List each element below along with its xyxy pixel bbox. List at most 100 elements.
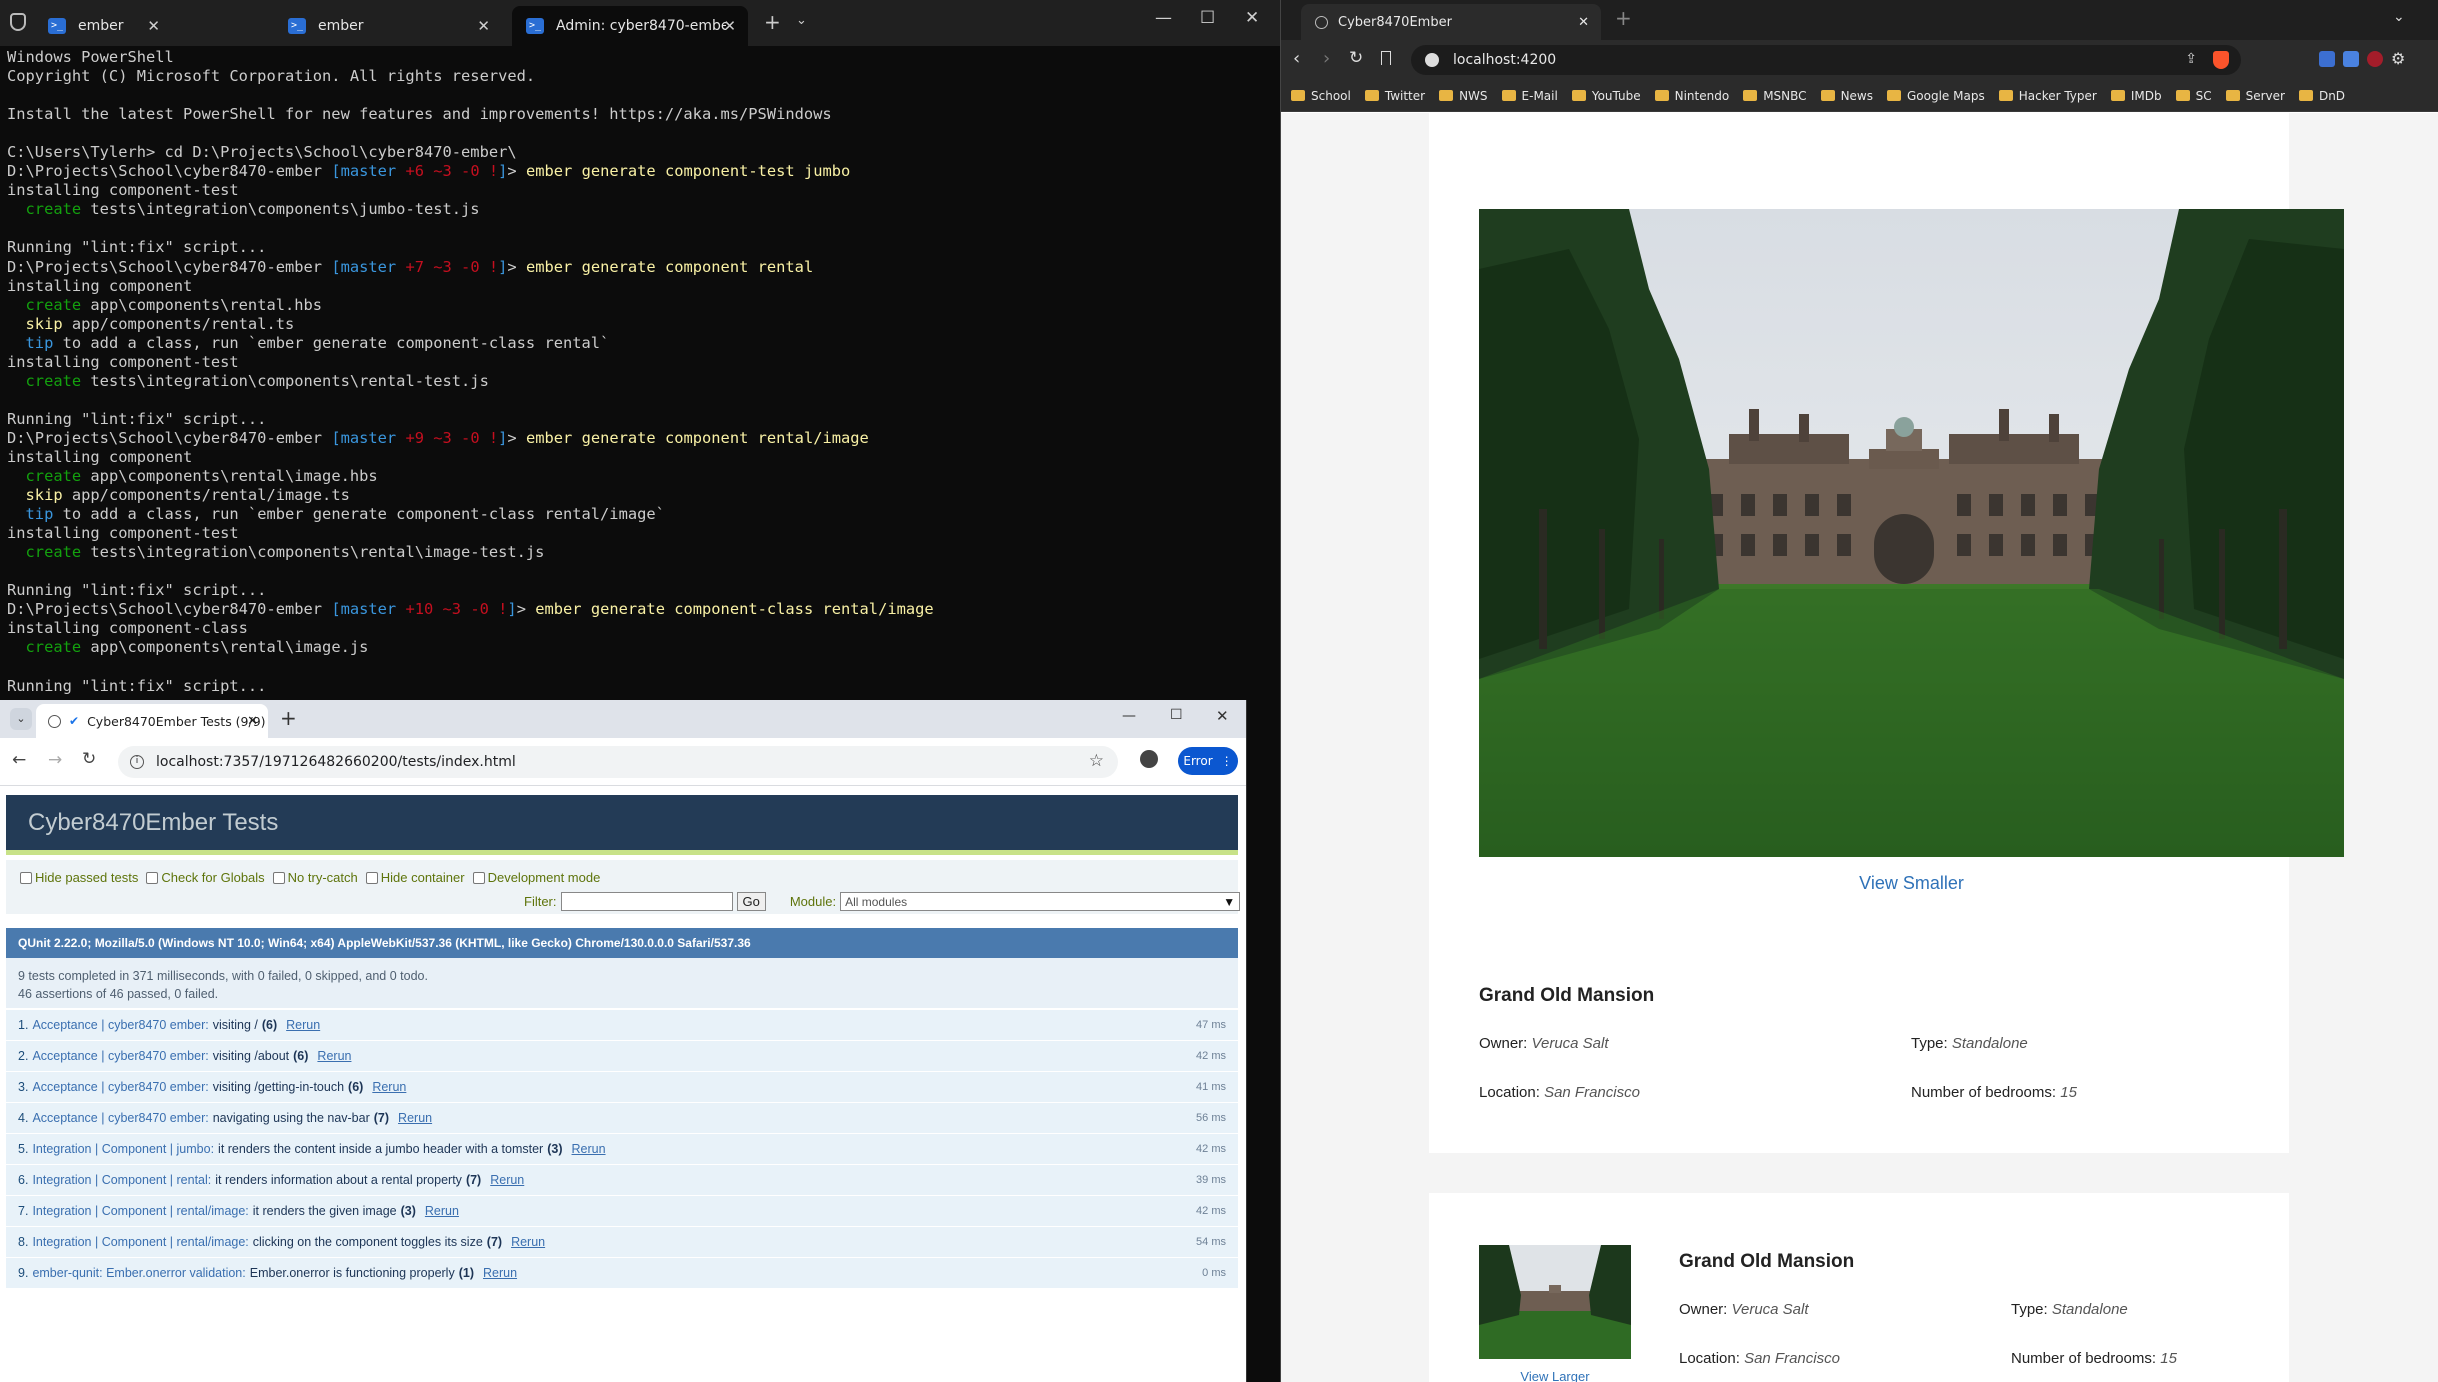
option-check-globals[interactable]: Check for Globals <box>146 870 265 885</box>
bookmark-sc[interactable]: SC <box>2175 89 2212 103</box>
bookmark-dnd[interactable]: DnD <box>2298 89 2345 103</box>
qunit-header[interactable]: Cyber8470Ember Tests <box>6 795 1238 855</box>
view-larger-link[interactable]: View Larger <box>1479 1369 1631 1382</box>
checkbox[interactable] <box>20 871 32 884</box>
terminal-tab-1[interactable]: >_ ember ✕ <box>34 6 172 46</box>
rerun-link[interactable]: Rerun <box>483 1266 517 1280</box>
chevron-down-icon[interactable]: ⌄ <box>10 708 32 730</box>
go-button[interactable]: Go <box>736 892 766 911</box>
share-icon[interactable]: ⇪ <box>2185 51 2197 67</box>
new-tab-icon[interactable]: + <box>1615 6 1632 30</box>
terminal-text: +10 ~3 -0 <box>405 600 499 619</box>
error-button[interactable]: Error ⋮ <box>1178 747 1238 775</box>
bookmark-icon[interactable] <box>1381 51 1391 65</box>
terminal-output[interactable]: Windows PowerShell Copyright (C) Microsof… <box>0 48 1282 700</box>
close-window-icon[interactable]: ✕ <box>1216 707 1229 725</box>
ublock-icon[interactable] <box>2367 51 2383 67</box>
terminal-line: Running "lint:fix" script... <box>7 238 1282 257</box>
rerun-link[interactable]: Rerun <box>490 1173 524 1187</box>
bookmark-youtube[interactable]: YouTube <box>1571 89 1641 103</box>
browser-tab[interactable]: Cyber8470Ember ✕ <box>1301 4 1601 40</box>
bookmark-google-maps[interactable]: Google Maps <box>1887 89 1985 103</box>
test-row[interactable]: 3. Acceptance | cyber8470 ember: visiting … <box>6 1072 1238 1103</box>
bookmark-imdb[interactable]: IMDb <box>2110 89 2162 103</box>
test-row[interactable]: 4. Acceptance | cyber8470 ember: navigatin… <box>6 1103 1238 1134</box>
rerun-link[interactable]: Rerun <box>372 1080 406 1094</box>
option-hide-container[interactable]: Hide container <box>365 870 465 885</box>
test-row[interactable]: 6. Integration | Component | rental: it re… <box>6 1165 1238 1196</box>
reload-icon[interactable]: ↻ <box>1349 48 1363 68</box>
minimize-icon[interactable]: — <box>1155 8 1172 28</box>
bookmark-nws[interactable]: NWS <box>1439 89 1488 103</box>
maximize-icon[interactable]: ☐ <box>1200 8 1215 28</box>
option-development-mode[interactable]: Development mode <box>472 870 600 885</box>
bookmark-hacker-typer[interactable]: Hacker Typer <box>1998 89 2097 103</box>
extension-icon[interactable] <box>2343 51 2359 67</box>
bookmark-label: School <box>1311 88 1351 103</box>
close-window-icon[interactable]: ✕ <box>1245 8 1259 28</box>
test-row[interactable]: 9. ember-qunit: Ember.onerror validation:… <box>6 1258 1238 1289</box>
filter-input[interactable] <box>560 892 733 911</box>
checkbox[interactable] <box>272 871 285 884</box>
module-select[interactable]: All modules ▼ <box>840 892 1241 911</box>
url-field[interactable]: i localhost:7357/197126482660200/tests/i… <box>118 746 1118 778</box>
terminal-tab-3[interactable]: >_ Admin: cyber8470-ember (ma ✕ <box>512 6 748 46</box>
rerun-link[interactable]: Rerun <box>317 1049 351 1063</box>
checkbox[interactable] <box>472 871 485 884</box>
forward-icon[interactable]: → <box>48 750 62 770</box>
checkbox[interactable] <box>146 871 159 884</box>
url-field[interactable]: localhost:4200 ⇪ <box>1411 45 2241 75</box>
close-icon[interactable]: ✕ <box>723 17 736 35</box>
option-hide-passed[interactable]: Hide passed tests <box>20 870 138 885</box>
test-duration: 54 ms <box>1196 1236 1226 1248</box>
bookmark-nintendo[interactable]: Nintendo <box>1654 89 1729 103</box>
test-row[interactable]: 2. Acceptance | cyber8470 ember: visiting … <box>6 1041 1238 1072</box>
chevron-down-icon[interactable]: ⌄ <box>796 13 807 28</box>
close-icon[interactable]: ✕ <box>1578 15 1589 30</box>
back-icon[interactable]: ‹ <box>1293 48 1300 69</box>
chevron-down-icon[interactable]: ⌄ <box>2393 9 2405 25</box>
terminal-text: installing component-test <box>7 352 239 371</box>
option-no-try-catch[interactable]: No try-catch <box>272 870 358 885</box>
profile-icon[interactable] <box>1140 750 1158 768</box>
test-row[interactable]: 1. Acceptance | cyber8470 ember: visiting … <box>6 1010 1238 1041</box>
rerun-link[interactable]: Rerun <box>425 1204 459 1218</box>
terminal-tab-2[interactable]: >_ ember ✕ <box>274 6 502 46</box>
bookmark-news[interactable]: News <box>1820 89 1873 103</box>
reload-icon[interactable]: ↻ <box>82 749 96 769</box>
extension-icon[interactable] <box>2319 51 2335 67</box>
star-icon[interactable]: ☆ <box>1089 751 1104 771</box>
view-smaller-link[interactable]: View Smaller <box>1479 873 2344 894</box>
bookmark-school[interactable]: School <box>1291 89 1351 103</box>
close-icon[interactable]: ✕ <box>247 714 258 729</box>
tests-tab[interactable]: ✔ Cyber8470Ember Tests (9/9) ✕ <box>36 704 268 738</box>
close-icon[interactable]: ✕ <box>147 17 160 35</box>
forward-icon[interactable]: › <box>1323 48 1330 69</box>
bookmark-msnbc[interactable]: MSNBC <box>1743 89 1807 103</box>
test-row[interactable]: 8. Integration | Component | rental/image… <box>6 1227 1238 1258</box>
extensions-puzzle-icon[interactable]: ⚙ <box>2391 49 2405 68</box>
checkbox[interactable] <box>365 871 378 884</box>
new-tab-icon[interactable]: + <box>764 10 781 34</box>
bookmark-twitter[interactable]: Twitter <box>1364 89 1425 103</box>
test-assert-count: (6) <box>293 1049 309 1063</box>
bookmark-server[interactable]: Server <box>2225 89 2285 103</box>
bookmark-e-mail[interactable]: E-Mail <box>1501 89 1558 103</box>
new-tab-icon[interactable]: + <box>280 706 297 730</box>
rerun-link[interactable]: Rerun <box>511 1235 545 1249</box>
rerun-link[interactable]: Rerun <box>398 1111 432 1125</box>
rerun-link[interactable]: Rerun <box>286 1018 320 1032</box>
minimize-icon[interactable]: — <box>1122 708 1136 724</box>
rerun-link[interactable]: Rerun <box>572 1142 606 1156</box>
test-row[interactable]: 7. Integration | Component | rental/image… <box>6 1196 1238 1227</box>
maximize-icon[interactable]: ☐ <box>1170 707 1183 723</box>
more-icon: ⋮ <box>1220 754 1233 768</box>
brave-shield-icon[interactable] <box>2213 51 2229 69</box>
rental-image-large[interactable] <box>1479 209 2344 857</box>
close-icon[interactable]: ✕ <box>477 17 490 35</box>
rental-image-small[interactable] <box>1479 1245 1631 1359</box>
bedrooms-label: Number of bedrooms: <box>1911 1084 2057 1101</box>
test-row[interactable]: 5. Integration | Component | jumbo: it ren… <box>6 1134 1238 1165</box>
back-icon[interactable]: ← <box>12 750 26 770</box>
